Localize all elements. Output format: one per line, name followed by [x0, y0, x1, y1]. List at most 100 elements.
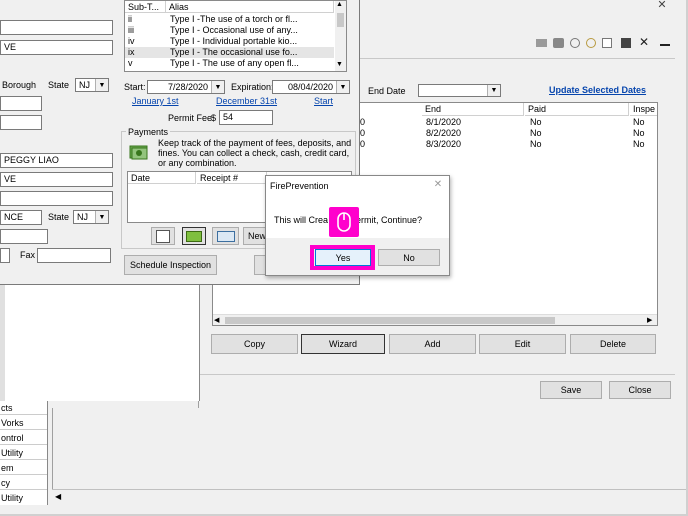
- field-zip[interactable]: [0, 96, 42, 111]
- left-panel-gray: [0, 285, 5, 401]
- close-icon[interactable]: ✕: [639, 36, 651, 48]
- edit-button[interactable]: Edit: [479, 334, 566, 354]
- mail-icon[interactable]: [536, 39, 547, 47]
- payments-col-receipt[interactable]: Receipt #: [197, 172, 267, 184]
- edit-icon[interactable]: [602, 38, 612, 48]
- list-item[interactable]: iii Type I - Occasional use of any...: [125, 25, 334, 36]
- list-item[interactable]: ii Type I -The use of a torch or fl...: [125, 14, 334, 25]
- end-date-combo[interactable]: ▼: [418, 84, 501, 97]
- bottom-divider: [200, 374, 675, 375]
- delete-button[interactable]: Delete: [570, 334, 656, 354]
- toolbar-divider: [360, 58, 675, 59]
- field-top-blank[interactable]: [0, 20, 113, 35]
- subtype-vertical-scrollbar[interactable]: ▲ ▼: [335, 1, 346, 71]
- owner-zip-field[interactable]: [0, 229, 48, 244]
- fee-currency-label: $: [211, 113, 217, 123]
- nav-item[interactable]: Vorks: [0, 416, 47, 430]
- scrollbar-thumb[interactable]: [225, 317, 555, 324]
- col-header-paid[interactable]: Paid: [525, 103, 629, 116]
- owner-phone-field[interactable]: [0, 248, 10, 263]
- close-button[interactable]: Close: [609, 381, 671, 399]
- nav-item[interactable]: Utility: [0, 491, 47, 505]
- owner-state-label: State: [48, 212, 70, 222]
- chevron-down-icon: ▼: [336, 81, 349, 93]
- money-icon: [128, 142, 150, 162]
- save-button[interactable]: Save: [540, 381, 602, 399]
- chevron-down-icon: ▼: [211, 81, 224, 93]
- street-field[interactable]: VE: [0, 40, 113, 55]
- chevron-down-icon: ▼: [95, 211, 108, 223]
- scroll-right-icon[interactable]: ▶: [647, 315, 656, 326]
- main-horizontal-scrollbar[interactable]: ◀: [52, 489, 688, 502]
- new-payment-button[interactable]: New: [243, 227, 267, 245]
- update-selected-dates-link[interactable]: Update Selected Dates: [549, 85, 646, 95]
- notepad-icon: [156, 229, 170, 243]
- december-31st-link[interactable]: December 31st: [216, 96, 277, 106]
- expiration-label: Expiration:: [231, 82, 274, 92]
- dialog-title: FirePrevention: [270, 181, 329, 191]
- col-header-end[interactable]: End: [422, 103, 524, 116]
- payments-group-label: Payments: [126, 127, 171, 137]
- schedule-inspection-button[interactable]: Schedule Inspection: [124, 255, 217, 275]
- add-button[interactable]: Add: [389, 334, 476, 354]
- field-phone[interactable]: [0, 115, 42, 130]
- nav-item[interactable]: cy: [0, 476, 47, 490]
- window-close-icon[interactable]: ✕: [656, 0, 668, 11]
- fax-field[interactable]: [37, 248, 111, 263]
- dialog-close-icon[interactable]: ✕: [432, 179, 444, 191]
- owner-street-field[interactable]: VE: [0, 172, 113, 187]
- owner-city-field[interactable]: NCE: [0, 210, 42, 225]
- scroll-left-icon[interactable]: ◀: [55, 490, 65, 503]
- state-select[interactable]: NJ ▼: [75, 78, 109, 92]
- scroll-down-icon[interactable]: ▼: [336, 61, 343, 68]
- payment-card-button[interactable]: [182, 227, 206, 245]
- nav-item[interactable]: Utility: [0, 446, 47, 460]
- mouse-icon: [337, 212, 351, 232]
- copy-button[interactable]: Copy: [211, 334, 298, 354]
- fax-label: Fax: [20, 250, 36, 260]
- scroll-up-icon[interactable]: ▲: [336, 1, 343, 8]
- end-date-label: End Date: [368, 86, 406, 96]
- table-row[interactable]: 0 8/2/2020 No No: [360, 128, 657, 139]
- scrollbar-thumb[interactable]: [337, 13, 344, 27]
- credit-card-icon: [186, 230, 202, 242]
- payments-description: Keep track of the payment of fees, depos…: [158, 138, 352, 168]
- clock-icon[interactable]: [570, 38, 580, 48]
- nav-item[interactable]: ontrol: [0, 431, 47, 445]
- payment-check-button[interactable]: [212, 227, 239, 245]
- camera-icon[interactable]: [553, 38, 564, 48]
- check-icon: [216, 230, 235, 242]
- refresh-icon[interactable]: [586, 38, 596, 48]
- nav-item[interactable]: em: [0, 461, 47, 475]
- list-item[interactable]: iv Type I - Individual portable kio...: [125, 36, 334, 47]
- yes-button[interactable]: Yes: [315, 249, 371, 266]
- permit-fee-field[interactable]: 54: [219, 110, 273, 125]
- scroll-left-icon[interactable]: ◀: [214, 315, 223, 326]
- start-link[interactable]: Start: [314, 96, 333, 106]
- list-item-selected[interactable]: ix Type I - The occasional use fo...: [125, 47, 334, 58]
- january-first-link[interactable]: January 1st: [132, 96, 179, 106]
- table-row[interactable]: 0 8/1/2020 No No: [360, 117, 657, 128]
- col-header-inspected[interactable]: Inspe: [630, 103, 657, 116]
- permit-fee-label: Permit Fee: [168, 113, 213, 123]
- owner-blank-field[interactable]: [0, 191, 113, 206]
- minimize-icon[interactable]: [660, 44, 670, 46]
- no-button[interactable]: No: [378, 249, 440, 266]
- payments-col-date[interactable]: Date: [128, 172, 196, 184]
- list-item[interactable]: v Type I - The use of any open fl...: [125, 58, 334, 69]
- wizard-button[interactable]: Wizard: [301, 334, 385, 354]
- owner-name-field[interactable]: PEGGY LIAO: [0, 153, 113, 168]
- grid-horizontal-scrollbar[interactable]: ◀ ▶: [213, 314, 657, 325]
- start-date-picker[interactable]: 7/28/2020 ▼: [147, 80, 225, 94]
- save-icon[interactable]: [621, 38, 631, 48]
- subtype-col-header[interactable]: Sub-T...: [125, 1, 166, 13]
- table-row[interactable]: 0 8/3/2020 No No: [360, 139, 657, 150]
- expiration-date-picker[interactable]: 08/04/2020 ▼: [272, 80, 350, 94]
- owner-state-select[interactable]: NJ ▼: [73, 210, 109, 224]
- chevron-down-icon: ▼: [95, 79, 108, 91]
- payment-edit-button[interactable]: [151, 227, 175, 245]
- click-marker: [329, 207, 359, 237]
- toolbar: ✕: [536, 36, 676, 50]
- nav-item[interactable]: cts: [0, 401, 47, 415]
- alias-col-header[interactable]: Alias: [166, 1, 334, 13]
